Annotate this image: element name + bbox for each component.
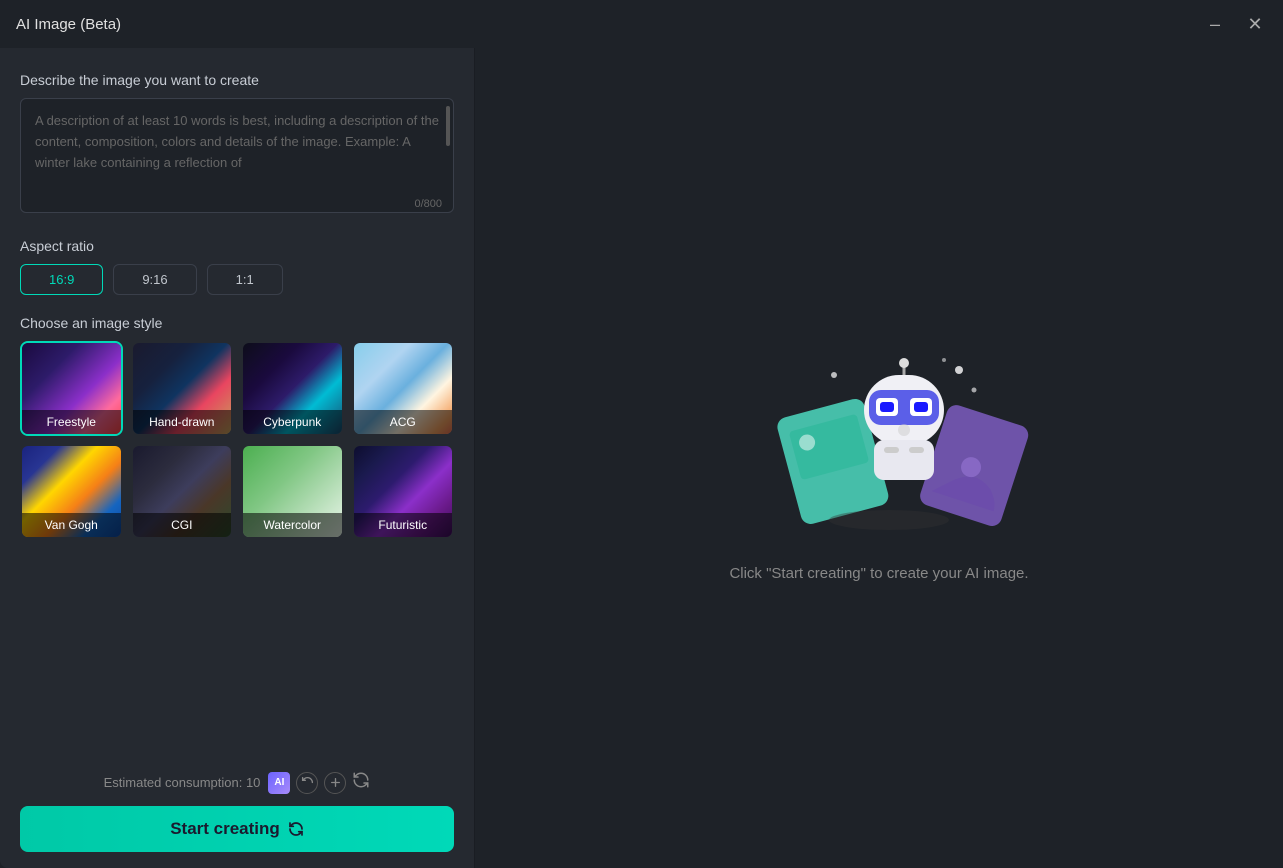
start-creating-button[interactable]: Start creating <box>20 806 454 852</box>
left-panel: Describe the image you want to create 0/… <box>0 48 475 868</box>
ai-badge: AI <box>268 772 290 794</box>
ai-illustration <box>749 335 1029 535</box>
style-label-futuristic: Futuristic <box>354 513 453 537</box>
style-label-acg: ACG <box>354 410 453 434</box>
style-card-cgi[interactable]: CGI <box>131 444 234 539</box>
style-section: Choose an image style Freestyle Hand-dra… <box>20 315 454 755</box>
aspect-ratio-label: Aspect ratio <box>20 238 454 254</box>
style-grid: Freestyle Hand-drawn Cyberpunk ACG <box>20 341 454 539</box>
right-panel: Click "Start creating" to create your AI… <box>475 48 1283 868</box>
style-label-cgi: CGI <box>133 513 232 537</box>
aspect-btn-16-9[interactable]: 16:9 <box>20 264 103 295</box>
robot-illustration <box>864 358 944 480</box>
style-label-watercolor: Watercolor <box>243 513 342 537</box>
refresh-icon[interactable] <box>352 771 370 794</box>
description-label: Describe the image you want to create <box>20 72 454 88</box>
title-bar-controls: – ✕ <box>1203 12 1267 36</box>
bottom-bar: Estimated consumption: 10 AI <box>20 755 454 852</box>
consumption-text: Estimated consumption: 10 <box>104 775 261 790</box>
illustration-container <box>749 335 1009 535</box>
style-label-hand-drawn: Hand-drawn <box>133 410 232 434</box>
refresh-circle-icon[interactable] <box>296 772 318 794</box>
style-label: Choose an image style <box>20 315 454 331</box>
style-label-cyberpunk: Cyberpunk <box>243 410 342 434</box>
char-count: 0/800 <box>414 198 442 210</box>
close-button[interactable]: ✕ <box>1243 12 1267 36</box>
plus-circle-icon[interactable] <box>324 772 346 794</box>
minimize-button[interactable]: – <box>1203 12 1227 36</box>
textarea-wrapper: 0/800 <box>20 98 454 218</box>
style-card-cyberpunk[interactable]: Cyberpunk <box>241 341 344 436</box>
style-card-futuristic[interactable]: Futuristic <box>352 444 455 539</box>
window-title: AI Image (Beta) <box>16 16 121 33</box>
scrollbar-thumb <box>446 106 450 146</box>
style-card-acg[interactable]: ACG <box>352 341 455 436</box>
consumption-icons: AI <box>268 771 370 794</box>
app-window: AI Image (Beta) – ✕ Describe the image y… <box>0 0 1283 868</box>
aspect-btn-9-16[interactable]: 9:16 <box>113 264 196 295</box>
aspect-btn-1-1[interactable]: 1:1 <box>207 264 283 295</box>
style-label-van-gogh: Van Gogh <box>22 513 121 537</box>
start-creating-label: Start creating <box>170 819 280 839</box>
consumption-row: Estimated consumption: 10 AI <box>20 771 454 794</box>
style-label-freestyle: Freestyle <box>22 410 121 434</box>
main-content: Describe the image you want to create 0/… <box>0 48 1283 868</box>
style-card-van-gogh[interactable]: Van Gogh <box>20 444 123 539</box>
aspect-ratio-section: Aspect ratio 16:9 9:16 1:1 <box>20 238 454 295</box>
title-bar: AI Image (Beta) – ✕ <box>0 0 1283 48</box>
style-card-freestyle[interactable]: Freestyle <box>20 341 123 436</box>
right-panel-placeholder: Click "Start creating" to create your AI… <box>729 565 1028 582</box>
style-card-watercolor[interactable]: Watercolor <box>241 444 344 539</box>
start-refresh-icon <box>288 821 304 837</box>
description-textarea[interactable] <box>20 98 454 213</box>
aspect-buttons: 16:9 9:16 1:1 <box>20 264 454 295</box>
style-card-hand-drawn[interactable]: Hand-drawn <box>131 341 234 436</box>
